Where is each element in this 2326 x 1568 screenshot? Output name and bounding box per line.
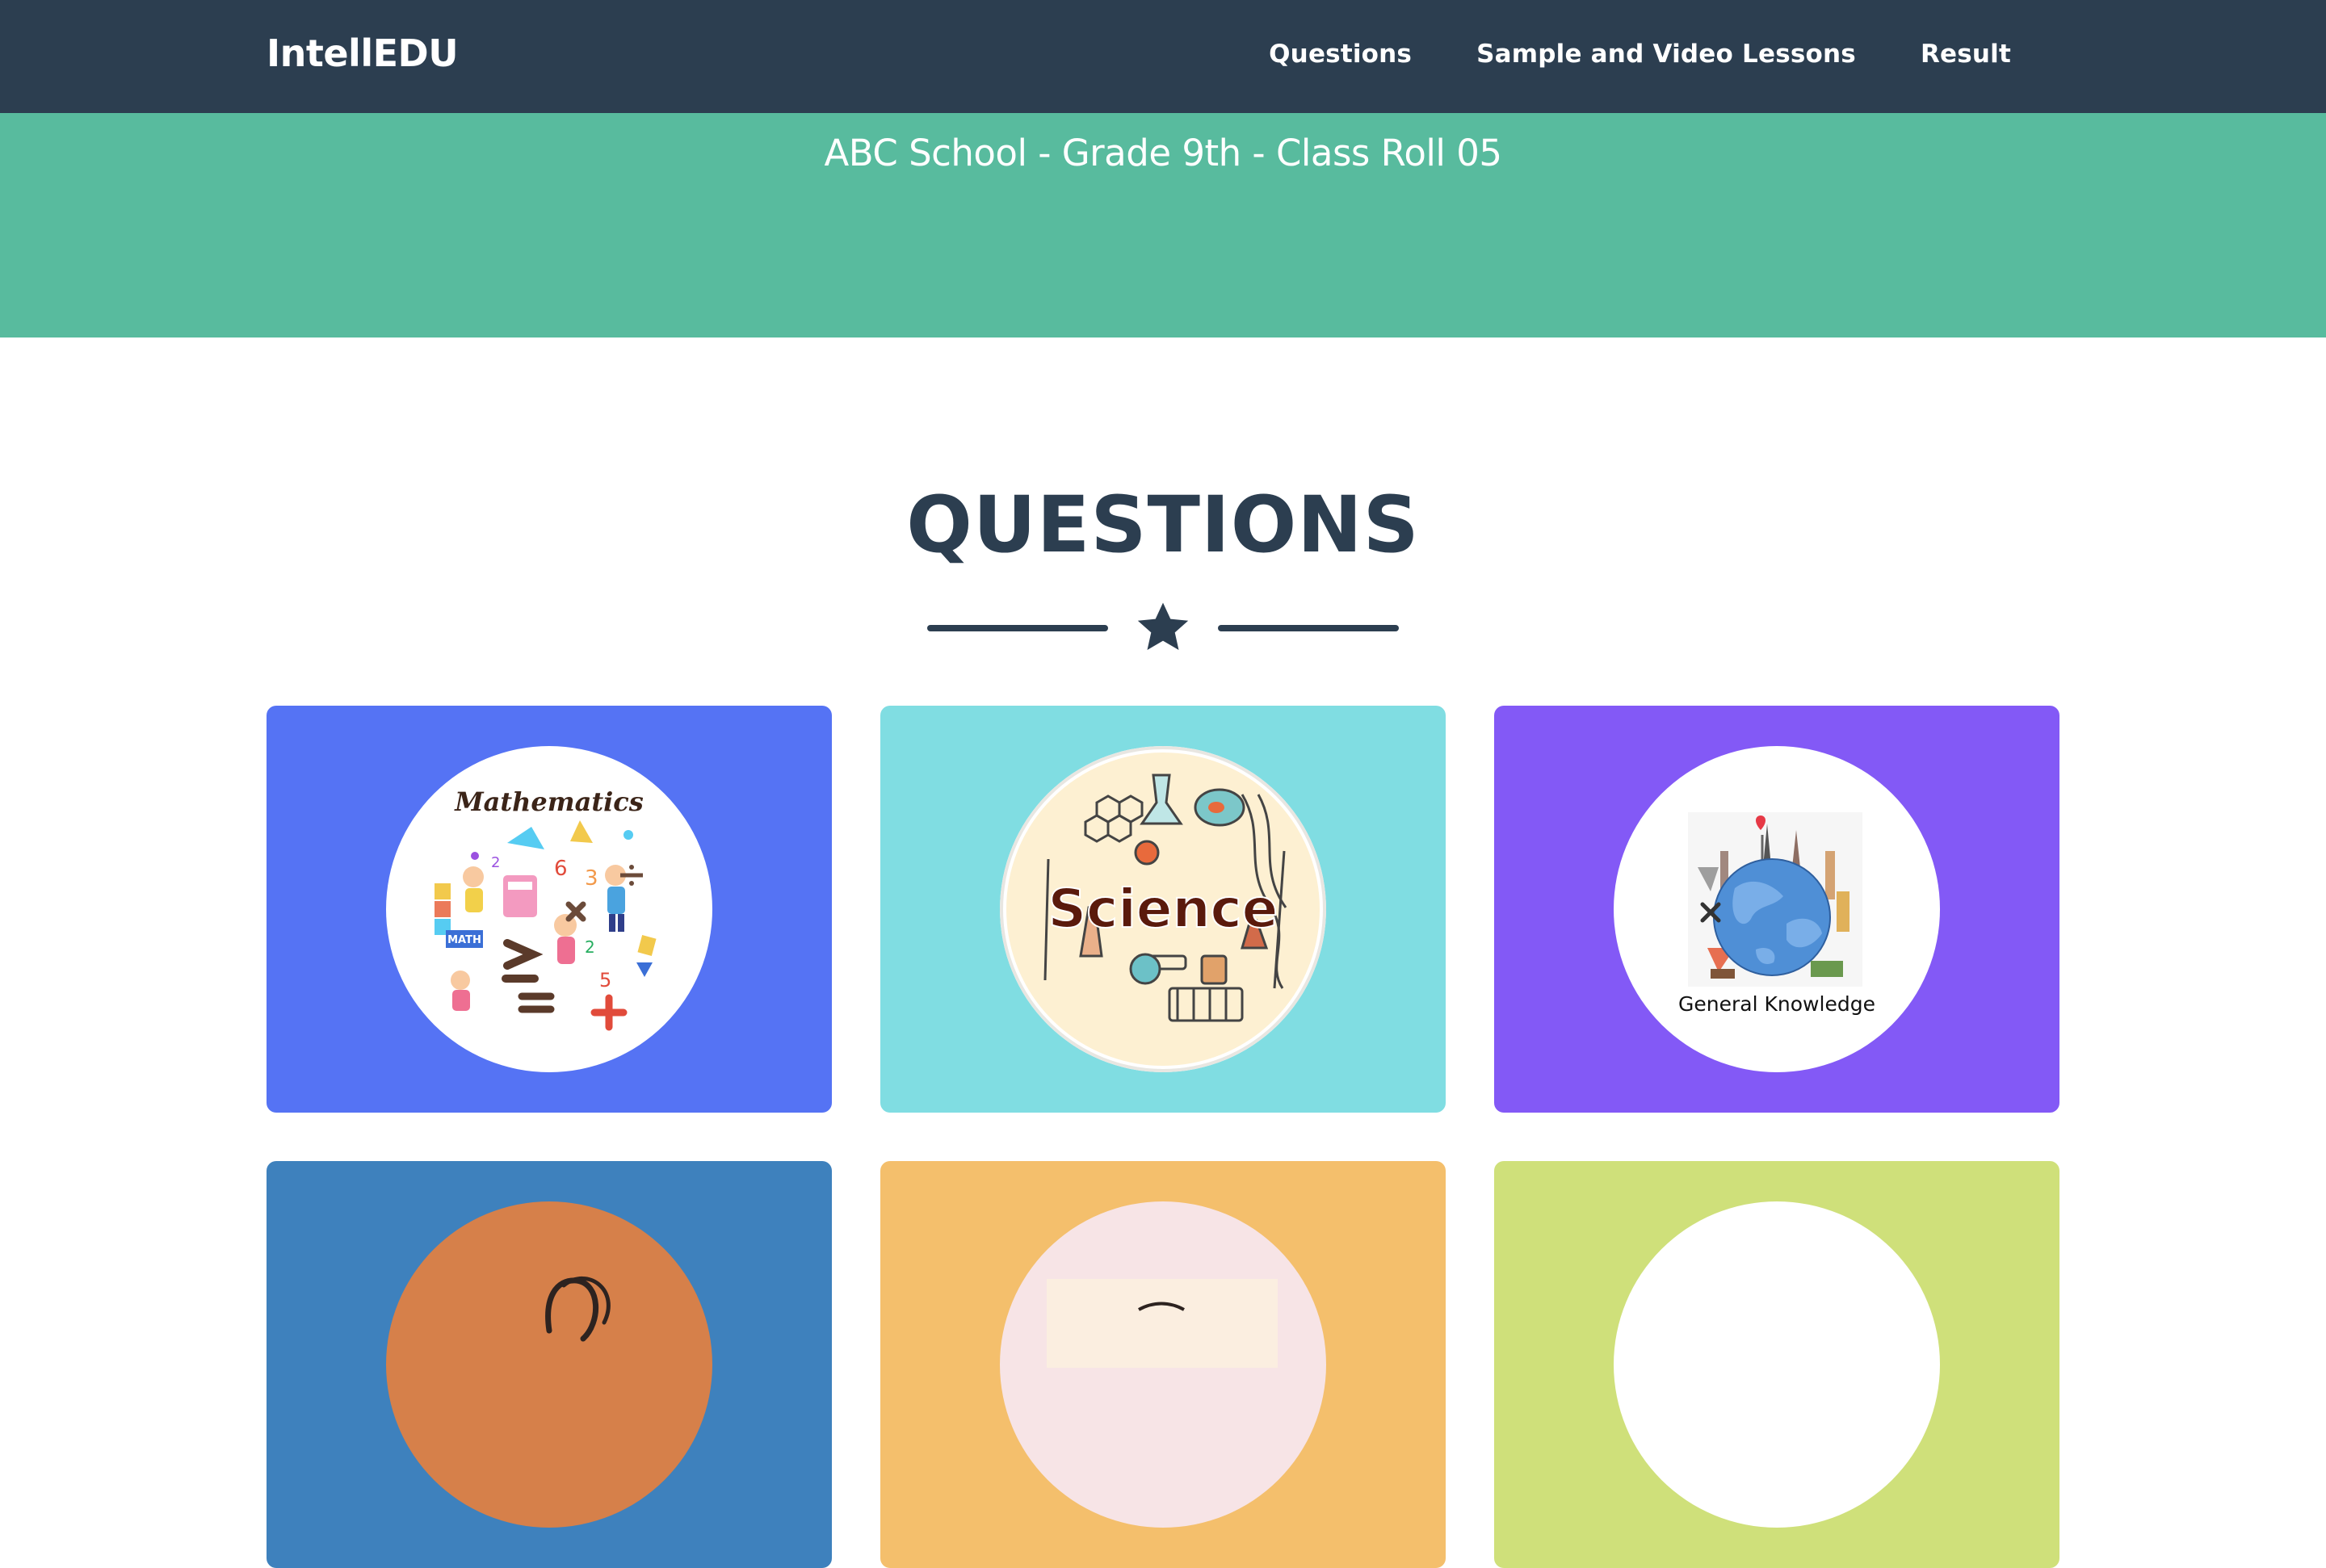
brain-illustration-icon [545,1276,611,1342]
question-card-6[interactable] [1494,1161,2059,1568]
question-card-science[interactable]: Science [880,706,1446,1113]
nav-link-result[interactable]: Result [1921,36,2011,73]
general-knowledge-label: General Knowledge [1678,992,1875,1016]
science-illustration-icon: Science [1000,746,1326,1072]
svg-text:3: 3 [585,866,598,891]
circle-illustration-icon [1614,1201,1940,1528]
globe-illustration-icon: General Knowledge [1678,812,1875,1016]
nav-link-questions[interactable]: Questions [1269,36,1412,73]
mathematics-label: Mathematics [454,786,644,817]
question-card-5[interactable] [880,1161,1446,1568]
masthead-subtitle: ABC School - Grade 9th - Class Roll 05 [824,132,1502,174]
question-card-4[interactable] [267,1161,832,1568]
masthead: ABC School - Grade 9th - Class Roll 05 [0,113,2326,337]
svg-text:6: 6 [554,857,568,881]
section-heading: QUESTIONS [906,480,1420,570]
star-icon [1137,602,1189,650]
science-label: Science [1048,878,1278,940]
mathematics-illustration-icon: Mathematics MATH 6 3 2 5 2 [435,786,657,1031]
card-image [386,1201,712,1528]
card-image [1000,1201,1326,1528]
card-image: Science [1000,746,1326,1072]
book-illustration-icon [1047,1279,1278,1368]
nav-links: Questions Sample and Video Lessons Resul… [1269,36,2011,73]
nav-link-sample-and-video-lessons[interactable]: Sample and Video Lessons [1476,36,1856,73]
svg-text:2: 2 [491,854,500,871]
card-image: General Knowledge [1614,746,1940,1072]
svg-text:5: 5 [599,969,611,992]
divider-line-left [927,625,1108,631]
svg-text:MATH: MATH [447,934,481,946]
heading-divider [0,597,2326,662]
card-image [1614,1201,1940,1528]
question-card-general-knowledge[interactable]: General Knowledge [1494,706,2059,1113]
divider-line-right [1218,625,1399,631]
brand-logo[interactable]: IntellEDU [267,29,459,78]
navbar: IntellEDU Questions Sample and Video Les… [0,0,2326,113]
card-image: Mathematics MATH 6 3 2 5 2 [386,746,712,1072]
svg-text:2: 2 [585,937,595,957]
question-card-mathematics[interactable]: Mathematics MATH 6 3 2 5 2 [267,706,832,1113]
